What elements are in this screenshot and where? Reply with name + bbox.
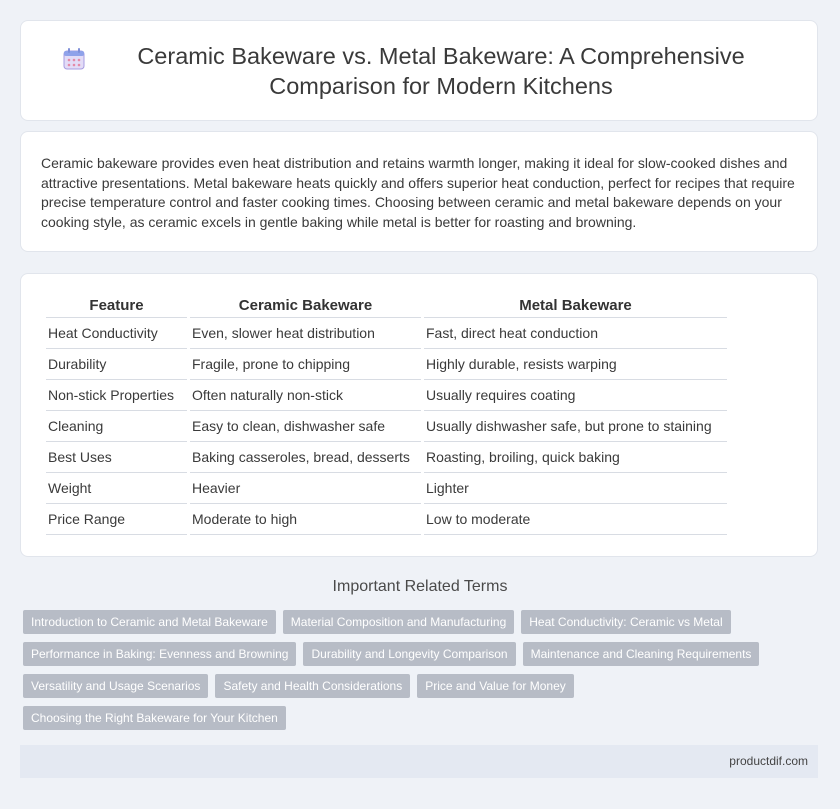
table-cell: Cleaning [46,411,187,442]
related-term-tag[interactable]: Performance in Baking: Evenness and Brow… [23,642,297,666]
calendar-icon [63,47,85,69]
table-cell: Weight [46,473,187,504]
table-cell: Low to moderate [424,504,727,535]
related-term-tag[interactable]: Maintenance and Cleaning Requirements [522,642,760,666]
header-card: Ceramic Bakeware vs. Metal Bakeware: A C… [20,20,818,121]
table-cell: Lighter [424,473,727,504]
table-cell: Heavier [190,473,421,504]
table-cell: Even, slower heat distribution [190,318,421,349]
table-cell: Usually requires coating [424,380,727,411]
footer: productdif.com [20,745,818,778]
table-row: Non-stick Properties Often naturally non… [46,380,727,411]
table-cell: Baking casseroles, bread, desserts [190,442,421,473]
related-term-tag[interactable]: Choosing the Right Bakeware for Your Kit… [23,706,286,730]
related-term-tag[interactable]: Price and Value for Money [417,674,574,698]
footer-site-link[interactable]: productdif.com [729,754,808,768]
table-cell: Durability [46,349,187,380]
column-header-metal: Metal Bakeware [424,290,727,318]
table-cell: Usually dishwasher safe, but prone to st… [424,411,727,442]
table-cell: Easy to clean, dishwasher safe [190,411,421,442]
comparison-table: Feature Ceramic Bakeware Metal Bakeware … [43,290,730,535]
table-row: Price Range Moderate to high Low to mode… [46,504,727,535]
intro-card: Ceramic bakeware provides even heat dist… [20,131,818,252]
table-cell: Fragile, prone to chipping [190,349,421,380]
column-header-feature: Feature [46,290,187,318]
table-cell: Roasting, broiling, quick baking [424,442,727,473]
table-cell: Highly durable, resists warping [424,349,727,380]
related-term-tag[interactable]: Durability and Longevity Comparison [303,642,516,666]
page-title: Ceramic Bakeware vs. Metal Bakeware: A C… [137,42,745,99]
table-header-row: Feature Ceramic Bakeware Metal Bakeware [46,290,727,318]
column-header-ceramic: Ceramic Bakeware [190,290,421,318]
table-cell: Fast, direct heat conduction [424,318,727,349]
comparison-table-card: Feature Ceramic Bakeware Metal Bakeware … [20,273,818,557]
table-cell: Price Range [46,504,187,535]
table-cell: Moderate to high [190,504,421,535]
table-row: Cleaning Easy to clean, dishwasher safe … [46,411,727,442]
related-term-tag[interactable]: Versatility and Usage Scenarios [23,674,209,698]
table-row: Heat Conductivity Even, slower heat dist… [46,318,727,349]
related-term-tag[interactable]: Material Composition and Manufacturing [282,610,515,634]
related-term-tag[interactable]: Safety and Health Considerations [215,674,411,698]
related-term-tag[interactable]: Introduction to Ceramic and Metal Bakewa… [23,610,276,634]
table-row: Best Uses Baking casseroles, bread, dess… [46,442,727,473]
table-row: Weight Heavier Lighter [46,473,727,504]
table-cell: Often naturally non-stick [190,380,421,411]
intro-paragraph: Ceramic bakeware provides even heat dist… [41,155,795,230]
related-term-tag[interactable]: Heat Conductivity: Ceramic vs Metal [521,610,731,634]
table-cell: Best Uses [46,442,187,473]
table-row: Durability Fragile, prone to chipping Hi… [46,349,727,380]
related-terms-title: Important Related Terms [332,578,508,595]
related-terms-tags: Introduction to Ceramic and Metal Bakewa… [23,610,803,738]
header-inner: Ceramic Bakeware vs. Metal Bakeware: A C… [21,41,817,101]
table-cell: Non-stick Properties [46,380,187,411]
table-cell: Heat Conductivity [46,318,187,349]
